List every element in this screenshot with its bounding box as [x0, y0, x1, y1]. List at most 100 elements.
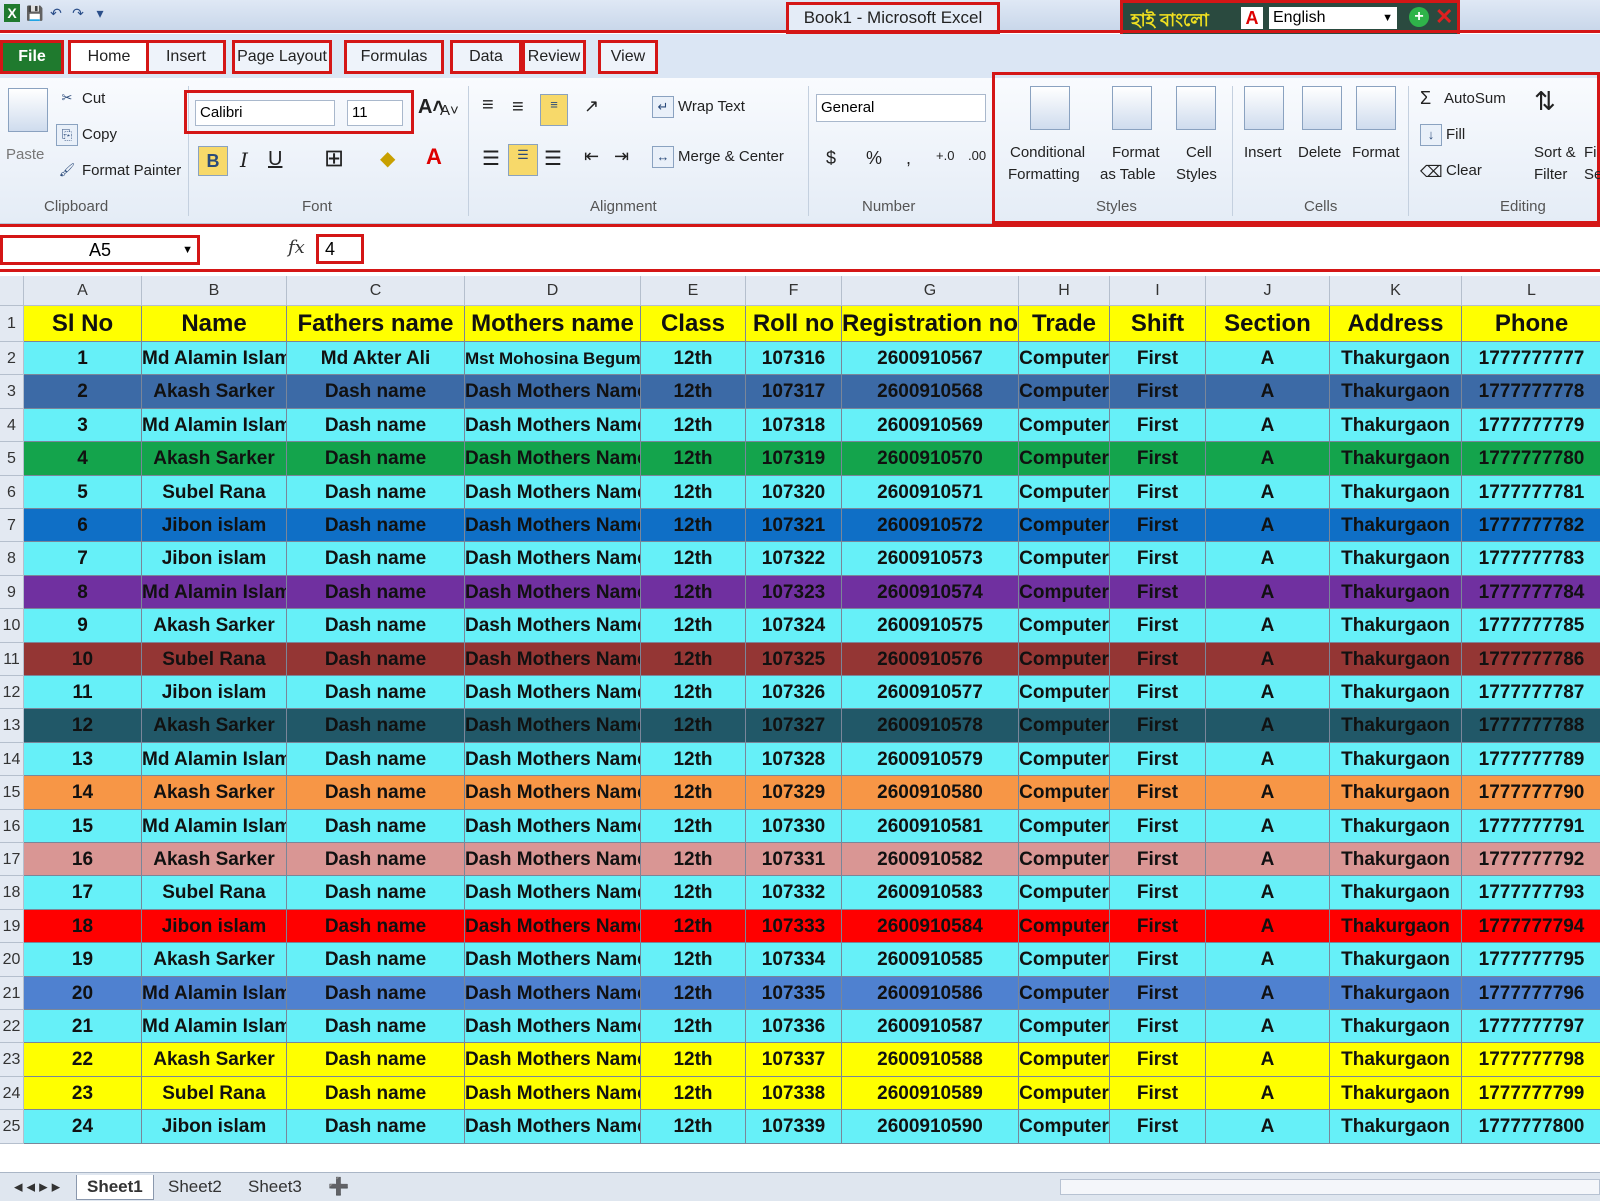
table-cell[interactable]: Computer — [1019, 776, 1110, 810]
table-cell[interactable]: Dash Mothers Name — [465, 776, 641, 810]
row-header[interactable]: 8 — [0, 542, 24, 576]
table-cell[interactable]: 1777777795 — [1462, 943, 1600, 977]
table-cell[interactable]: A — [1206, 375, 1330, 409]
column-header-f[interactable]: F — [746, 276, 842, 306]
table-cell[interactable]: 1777777797 — [1462, 1010, 1600, 1044]
table-cell[interactable]: 2600910579 — [842, 742, 1019, 777]
insert-cells-icon[interactable] — [1244, 86, 1284, 130]
table-cell[interactable]: Computer — [1019, 943, 1110, 977]
table-cell[interactable]: 23 — [24, 1076, 142, 1111]
table-cell[interactable]: 107327 — [746, 709, 842, 743]
table-cell[interactable]: 14 — [24, 776, 142, 810]
table-cell[interactable]: A — [1206, 909, 1330, 944]
table-cell[interactable]: A — [1206, 943, 1330, 977]
header-cell[interactable]: Section — [1206, 306, 1330, 342]
column-header-g[interactable]: G — [842, 276, 1019, 306]
table-cell[interactable]: Computer — [1019, 876, 1110, 910]
table-cell[interactable]: 2600910581 — [842, 809, 1019, 843]
table-cell[interactable]: Computer — [1019, 676, 1110, 710]
table-cell[interactable]: 12th — [641, 1110, 746, 1144]
sort-filter-label[interactable]: Sort & — [1534, 144, 1576, 161]
table-cell[interactable]: 21 — [24, 1010, 142, 1044]
header-cell[interactable]: Roll no — [746, 306, 842, 342]
table-cell[interactable]: Dash name — [287, 709, 465, 743]
table-cell[interactable]: 1777777778 — [1462, 375, 1600, 409]
table-cell[interactable]: 16 — [24, 843, 142, 877]
table-cell[interactable]: 2600910590 — [842, 1110, 1019, 1144]
table-cell[interactable]: Dash name — [287, 475, 465, 509]
table-cell[interactable]: 19 — [24, 943, 142, 977]
language-app-icon[interactable]: A — [1241, 7, 1263, 29]
table-cell[interactable]: 1777777794 — [1462, 909, 1600, 944]
table-cell[interactable]: 4 — [24, 442, 142, 476]
header-cell[interactable]: Registration no — [842, 306, 1019, 342]
header-cell[interactable]: Class — [641, 306, 746, 342]
table-cell[interactable]: Computer — [1019, 408, 1110, 443]
table-cell[interactable]: 2600910582 — [842, 843, 1019, 877]
table-cell[interactable]: 2600910570 — [842, 442, 1019, 476]
currency-icon[interactable]: $ — [826, 148, 836, 169]
new-sheet-icon[interactable]: ➕ — [318, 1175, 359, 1199]
table-cell[interactable]: A — [1206, 1076, 1330, 1111]
table-cell[interactable]: Thakurgaon — [1330, 375, 1462, 409]
table-cell[interactable]: 1777777786 — [1462, 642, 1600, 676]
table-cell[interactable]: Computer — [1019, 1076, 1110, 1111]
table-cell[interactable]: 12th — [641, 609, 746, 643]
table-cell[interactable]: First — [1110, 709, 1206, 743]
row-header[interactable]: 22 — [0, 1010, 24, 1044]
table-cell[interactable]: 107318 — [746, 408, 842, 443]
table-cell[interactable]: First — [1110, 509, 1206, 543]
table-cell[interactable]: Computer — [1019, 642, 1110, 676]
formula-input[interactable]: 4 — [316, 234, 364, 264]
font-size-select[interactable]: 11 — [347, 100, 403, 126]
table-cell[interactable]: Dash name — [287, 575, 465, 610]
redo-icon[interactable]: ↷ — [70, 4, 86, 22]
autosum-button[interactable]: AutoSum — [1444, 90, 1506, 107]
table-cell[interactable]: A — [1206, 709, 1330, 743]
table-cell[interactable]: 2600910576 — [842, 642, 1019, 676]
sheet-tab-2[interactable]: Sheet2 — [158, 1175, 232, 1199]
column-header-j[interactable]: J — [1206, 276, 1330, 306]
row-header[interactable]: 25 — [0, 1110, 24, 1144]
table-cell[interactable]: A — [1206, 676, 1330, 710]
fill-color-icon[interactable]: ◆ — [380, 146, 395, 171]
table-cell[interactable]: 12th — [641, 509, 746, 543]
table-cell[interactable]: Dash Mothers Name — [465, 1010, 641, 1044]
row-header[interactable]: 5 — [0, 442, 24, 476]
table-cell[interactable]: Thakurgaon — [1330, 709, 1462, 743]
table-cell[interactable]: Computer — [1019, 609, 1110, 643]
table-cell[interactable]: 12th — [641, 676, 746, 710]
table-cell[interactable]: 20 — [24, 976, 142, 1010]
table-cell[interactable]: Dash name — [287, 542, 465, 576]
paste-button[interactable]: Paste — [6, 146, 44, 163]
row-header[interactable]: 12 — [0, 676, 24, 710]
table-cell[interactable]: Dash name — [287, 676, 465, 710]
table-cell[interactable]: Subel Rana — [142, 876, 287, 910]
table-cell[interactable]: Md Akter Ali — [287, 342, 465, 376]
percent-icon[interactable]: % — [866, 148, 882, 169]
table-cell[interactable]: 11 — [24, 676, 142, 710]
table-cell[interactable]: 107325 — [746, 642, 842, 676]
table-cell[interactable]: Dash Mothers Name — [465, 809, 641, 843]
table-cell[interactable]: Dash name — [287, 642, 465, 676]
table-cell[interactable]: Thakurgaon — [1330, 843, 1462, 877]
table-cell[interactable]: Thakurgaon — [1330, 1076, 1462, 1111]
table-cell[interactable]: Dash Mothers Name — [465, 642, 641, 676]
table-cell[interactable]: First — [1110, 542, 1206, 576]
table-cell[interactable]: 1777777790 — [1462, 776, 1600, 810]
table-cell[interactable]: First — [1110, 342, 1206, 376]
table-cell[interactable]: 7 — [24, 542, 142, 576]
table-cell[interactable]: 107329 — [746, 776, 842, 810]
table-cell[interactable]: First — [1110, 1110, 1206, 1144]
table-cell[interactable]: 107339 — [746, 1110, 842, 1144]
table-cell[interactable]: 12th — [641, 976, 746, 1010]
table-cell[interactable]: A — [1206, 575, 1330, 610]
table-cell[interactable]: 1777777780 — [1462, 442, 1600, 476]
table-cell[interactable]: 2600910587 — [842, 1010, 1019, 1044]
column-header-k[interactable]: K — [1330, 276, 1462, 306]
table-cell[interactable]: A — [1206, 976, 1330, 1010]
header-cell[interactable]: Sl No — [24, 306, 142, 342]
table-cell[interactable]: Computer — [1019, 909, 1110, 944]
table-cell[interactable]: Dash name — [287, 876, 465, 910]
table-cell[interactable]: A — [1206, 809, 1330, 843]
